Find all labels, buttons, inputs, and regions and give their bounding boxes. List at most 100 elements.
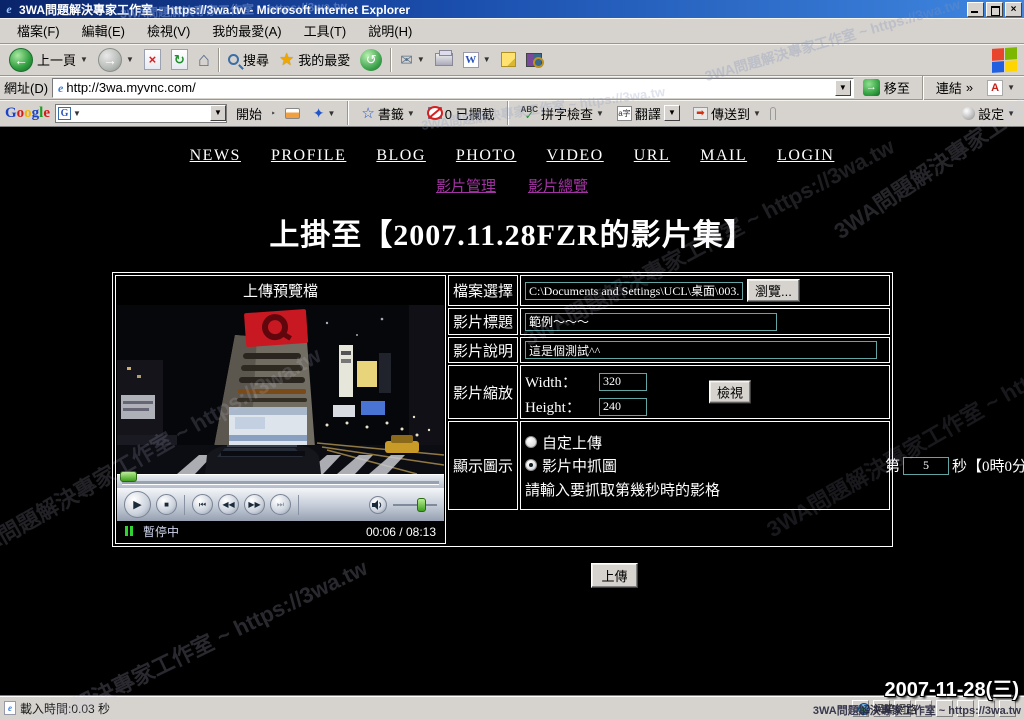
- popup-blocker-button[interactable]: 0 已攔截: [424, 102, 499, 125]
- menu-item-favorites[interactable]: 我的最愛(A): [203, 18, 290, 43]
- video-frame[interactable]: [117, 305, 444, 474]
- edit-dropdown-icon[interactable]: ▼: [483, 55, 491, 64]
- fast-forward-button[interactable]: ▶▶: [244, 494, 265, 515]
- edit-with-word-button[interactable]: W ▼: [458, 50, 496, 70]
- extensions-dropdown-icon[interactable]: ▼: [327, 109, 335, 118]
- back-dropdown-icon[interactable]: ▼: [80, 55, 88, 64]
- minimize-button[interactable]: [967, 2, 984, 17]
- history-button[interactable]: ↺: [355, 47, 387, 73]
- spellcheck-button[interactable]: ABC✓ 拼字檢查 ▼: [517, 102, 608, 125]
- address-dropdown-button[interactable]: ▼: [835, 80, 851, 96]
- home-button[interactable]: ⌂: [193, 47, 215, 73]
- favorites-button[interactable]: ★ 我的最愛: [274, 48, 355, 72]
- width-label: Width：: [525, 371, 599, 392]
- research-button[interactable]: [521, 51, 547, 69]
- windows-logo-throbber: [990, 44, 1020, 74]
- sendto-dropdown-icon[interactable]: ▼: [753, 109, 761, 118]
- radio-capture-frame[interactable]: [525, 459, 537, 471]
- nav-link-mail[interactable]: MAIL: [700, 147, 747, 164]
- menu-item-file[interactable]: 檔案(F): [8, 18, 69, 43]
- menu-item-view[interactable]: 檢視(V): [138, 18, 199, 43]
- bookmarks-dropdown-icon[interactable]: ▼: [407, 109, 415, 118]
- mute-button[interactable]: [369, 496, 387, 514]
- forward-button[interactable]: → ▼: [93, 46, 139, 74]
- file-path-input[interactable]: [525, 282, 743, 300]
- video-title-input[interactable]: [525, 313, 777, 331]
- google-search-history-button[interactable]: ▼: [210, 105, 226, 121]
- second-line: 第 秒【0時0分5秒】: [885, 455, 1024, 476]
- mail-icon: ✉: [400, 51, 413, 69]
- google-search-dropdown-icon[interactable]: ▼: [73, 109, 81, 118]
- second-input[interactable]: [903, 457, 949, 475]
- sublink-video-overview[interactable]: 影片總覽: [528, 179, 588, 195]
- adobe-pdf-button[interactable]: A ▼: [982, 78, 1020, 98]
- settings-dropdown-icon[interactable]: ▼: [1007, 109, 1015, 118]
- nav-link-login[interactable]: LOGIN: [777, 147, 834, 164]
- flag-red: [992, 48, 1004, 60]
- next-button[interactable]: ⏭: [270, 494, 291, 515]
- upload-button[interactable]: 上傳: [591, 563, 637, 588]
- settings-label: 設定: [978, 104, 1004, 123]
- width-input[interactable]: [599, 373, 647, 391]
- rewind-button[interactable]: ◀◀: [218, 494, 239, 515]
- nav-link-profile[interactable]: PROFILE: [271, 147, 346, 164]
- google-start-button[interactable]: 開始: [232, 102, 266, 125]
- back-button[interactable]: ← 上一頁 ▼: [4, 46, 93, 74]
- spellcheck-dropdown-icon[interactable]: ▼: [596, 109, 604, 118]
- print-button[interactable]: [430, 51, 458, 68]
- go-button[interactable]: → 移至: [858, 76, 915, 99]
- menu-item-edit[interactable]: 編輯(E): [73, 18, 134, 43]
- translate-button[interactable]: a字 翻譯 ▼: [613, 102, 684, 125]
- address-field: e ▼: [52, 78, 854, 98]
- links-button[interactable]: 連結 »: [931, 76, 978, 99]
- browse-button[interactable]: 瀏覽...: [747, 279, 800, 302]
- page-ie-icon: e: [58, 82, 63, 94]
- onenote-button[interactable]: [496, 50, 521, 69]
- translate-dropdown-button[interactable]: ▼: [664, 105, 680, 121]
- video-desc-input[interactable]: [525, 341, 877, 359]
- go-arrow-icon: →: [863, 79, 880, 96]
- player-controls: ▶ ■ ⏮ ◀◀ ▶▶ ⏭: [117, 488, 444, 521]
- menu-item-tools[interactable]: 工具(T): [295, 18, 356, 43]
- back-label: 上一頁: [37, 50, 76, 69]
- search-button[interactable]: 搜尋: [223, 48, 274, 71]
- sendto-button[interactable]: ➡ 傳送到 ▼: [689, 102, 765, 125]
- video-title-content: [520, 308, 890, 335]
- radio-custom-upload[interactable]: [525, 436, 537, 448]
- google-search-input[interactable]: [81, 106, 210, 121]
- play-button[interactable]: ▶: [124, 491, 151, 518]
- volume-thumb[interactable]: [417, 498, 426, 512]
- google-settings-button[interactable]: 設定 ▼: [958, 102, 1019, 125]
- view-button[interactable]: 檢視: [709, 381, 751, 404]
- address-input[interactable]: [66, 80, 834, 95]
- google-extensions-button[interactable]: ✦▼: [309, 103, 340, 124]
- refresh-button[interactable]: ↻: [166, 47, 193, 72]
- radio-line-upload: 自定上傳: [525, 432, 885, 453]
- menu-item-help[interactable]: 說明(H): [359, 18, 421, 43]
- volume-slider[interactable]: [393, 504, 437, 506]
- nav-link-video[interactable]: VIDEO: [546, 147, 603, 164]
- nav-link-news[interactable]: NEWS: [190, 147, 241, 164]
- google-bookmarks-button[interactable]: ☆ 書籤 ▼: [357, 102, 418, 125]
- close-button[interactable]: ×: [1005, 2, 1022, 17]
- nav-link-blog[interactable]: BLOG: [376, 147, 426, 164]
- restore-button[interactable]: [986, 2, 1003, 17]
- nav-link-url[interactable]: URL: [634, 147, 671, 164]
- spellcheck-label: 拼字檢查: [541, 104, 593, 123]
- previous-button[interactable]: ⏮: [192, 494, 213, 515]
- sublink-video-manage[interactable]: 影片管理: [436, 179, 496, 195]
- google-wallet-button[interactable]: [281, 106, 304, 121]
- mail-dropdown-icon[interactable]: ▼: [417, 55, 425, 64]
- bookmark-star-icon: ☆: [361, 104, 374, 122]
- nav-link-photo[interactable]: PHOTO: [456, 147, 517, 164]
- mail-button[interactable]: ✉ ▼: [395, 49, 430, 71]
- standard-toolbar: ← 上一頁 ▼ → ▼ × ↻ ⌂ 搜尋 ★ 我的最愛 ↺ ✉ ▼ W ▼: [0, 44, 1024, 76]
- pdf-dropdown-icon[interactable]: ▼: [1007, 83, 1015, 92]
- seek-bar[interactable]: [117, 474, 444, 488]
- seek-thumb[interactable]: [120, 471, 137, 482]
- video-subnav: 影片管理 影片總覽: [0, 175, 1024, 196]
- height-input[interactable]: [599, 398, 647, 416]
- stop-playback-button[interactable]: ■: [156, 494, 177, 515]
- forward-dropdown-icon[interactable]: ▼: [126, 55, 134, 64]
- stop-button[interactable]: ×: [139, 47, 166, 72]
